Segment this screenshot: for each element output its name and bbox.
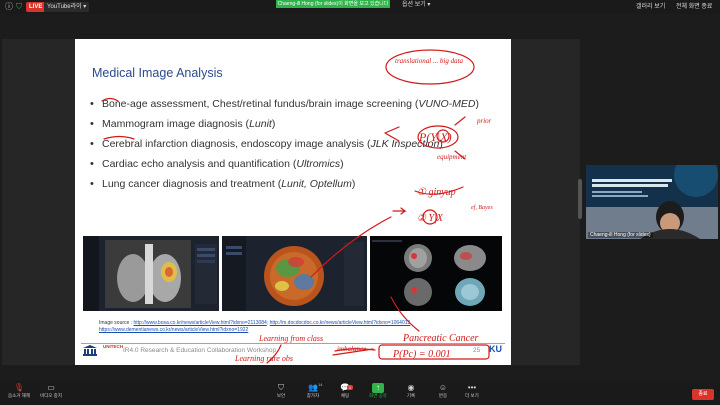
reaction-icon: ☺ xyxy=(438,383,448,392)
slide-title: Medical Image Analysis xyxy=(92,66,223,80)
annotation-text: Learning rare obs xyxy=(234,354,293,363)
top-bar: ⓘ ⛉ LIVE YouTube라이 ▾ Chaeng-ill Hong (fo… xyxy=(0,0,720,14)
record-icon: ◉ xyxy=(407,383,415,392)
bullet-list: Bone-age assessment, Chest/retinal fundu… xyxy=(88,97,508,197)
mic-muted-icon: 🎙 xyxy=(13,383,25,392)
source-link[interactable]: http://m.docdocdoc.co.kr/news/articleVie… xyxy=(270,320,411,326)
annotation-text: P(Pc) = 0.001 xyxy=(392,349,451,360)
shared-screen: Medical Image Analysis Bone-age assessme… xyxy=(2,39,582,365)
shield-icon: ⛉ xyxy=(278,383,284,392)
meeting-toolbar: 🎙 음소거 해제 ▭ 비디오 중지 ⛉ 보안 👥 14 참가자 💬 1 채팅 ↑… xyxy=(0,380,720,405)
more-button[interactable]: ••• 더 보기 xyxy=(455,383,489,399)
bullet-item: Cardiac echo analysis and quantification… xyxy=(88,157,508,171)
view-options-button[interactable]: 옵션 보기 ▾ xyxy=(402,1,430,9)
annotation-text: ② Y|X xyxy=(417,213,444,224)
unesco-logo xyxy=(83,345,97,356)
record-button[interactable]: ◉ 기록 xyxy=(394,383,428,399)
chat-button[interactable]: 💬 1 채팅 xyxy=(328,383,362,399)
gallery-view-button[interactable]: 갤러리 보기 xyxy=(636,3,665,11)
unmute-button[interactable]: 🎙 음소거 해제 xyxy=(2,383,36,399)
shield-icon[interactable]: ⛉ xyxy=(14,2,24,12)
bullet-item: Mammogram image diagnosis (Lunit) xyxy=(88,117,508,131)
scrollbar[interactable] xyxy=(578,179,582,219)
slide: Medical Image Analysis Bone-age assessme… xyxy=(75,39,511,365)
annotation-text: translational ... big data xyxy=(395,57,464,65)
end-meeting-button[interactable]: 종료 xyxy=(692,389,714,400)
annotation-text: imbalance xyxy=(337,345,366,353)
source-link[interactable]: https://www.dementianews.co.kr/news/arti… xyxy=(99,327,248,333)
bullet-item: Bone-age assessment, Chest/retinal fundu… xyxy=(88,97,508,111)
share-screen-button[interactable]: ↑ 화면 공유 xyxy=(361,383,395,399)
live-badge[interactable]: LIVE xyxy=(26,2,46,12)
page-number: 25 xyxy=(473,347,481,354)
participant-video xyxy=(586,165,718,239)
brain-mri-image xyxy=(370,236,502,311)
bullet-item: Cerebral infarction diagnosis, endoscopy… xyxy=(88,137,508,151)
handwritten-annotations: translational ... big data P(Y|X) prior … xyxy=(101,49,493,364)
bullet-item: Lung cancer diagnosis and treatment (Lun… xyxy=(88,177,508,191)
image-source: Image source : http://www.bosa.co.kr/new… xyxy=(99,320,411,333)
annotation-text: ef, Bayes xyxy=(471,204,493,211)
participants-button[interactable]: 👥 14 참가자 xyxy=(296,382,330,399)
source-link[interactable]: http://www.bosa.co.kr/news/articleView.h… xyxy=(133,320,266,326)
footer-text: IR4.0 Research & Education Collaboration… xyxy=(123,347,277,354)
unitech-logo: UNITECH xyxy=(103,344,123,349)
video-icon: ▭ xyxy=(47,383,55,392)
chest-xray-image xyxy=(83,236,219,311)
exit-fullscreen-button[interactable]: 전체 화면 종료 xyxy=(676,3,712,11)
security-button[interactable]: ⛉ 보안 xyxy=(264,383,298,399)
zoom-window: ⓘ ⛉ LIVE YouTube라이 ▾ Chaeng-ill Hong (fo… xyxy=(0,0,720,405)
stop-video-button[interactable]: ▭ 비디오 중지 xyxy=(34,383,68,399)
retinal-fundus-image xyxy=(222,236,367,311)
participant-video-tile[interactable]: Chaeng-ill Hong (for slides) xyxy=(586,165,718,239)
participant-count: 14 xyxy=(318,382,323,387)
live-destination[interactable]: YouTube라이 ▾ xyxy=(44,2,90,12)
participant-name: Chaeng-ill Hong (for slides) xyxy=(588,232,653,238)
share-screen-icon: ↑ xyxy=(372,383,384,393)
info-icon[interactable]: ⓘ xyxy=(4,2,14,12)
screen-share-notice: Chaeng-ill Hong (for slides)이 화면을 보고 있습니… xyxy=(276,0,390,8)
annotation-text: Learning from class xyxy=(258,334,323,343)
chat-badge: 1 xyxy=(347,385,353,390)
more-icon: ••• xyxy=(467,383,477,392)
university-logo: KU xyxy=(489,344,502,354)
footer-divider xyxy=(81,343,505,344)
